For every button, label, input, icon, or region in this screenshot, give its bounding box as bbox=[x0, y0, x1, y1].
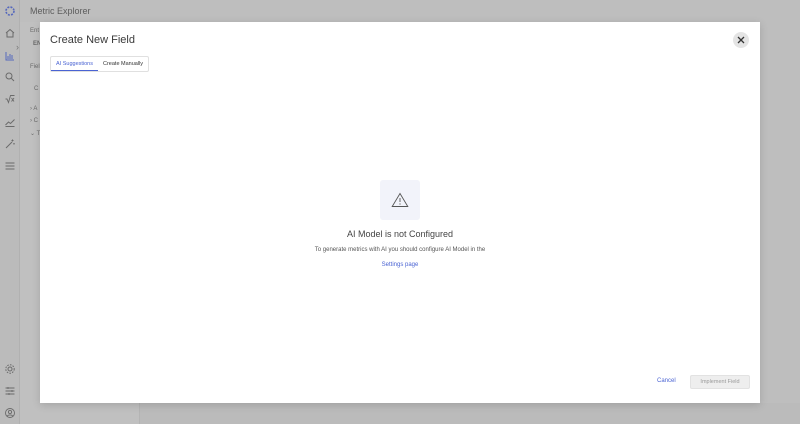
warning-icon bbox=[391, 192, 409, 207]
close-button[interactable] bbox=[733, 32, 749, 48]
empty-state-description: To generate metrics with AI you should c… bbox=[314, 247, 486, 253]
dialog-tabs: AI Suggestions Create Manually bbox=[50, 56, 150, 72]
create-field-dialog: Create New Field AI Suggestions Create M… bbox=[40, 22, 760, 403]
tab-ai-suggestions[interactable]: AI Suggestions bbox=[51, 57, 98, 71]
implement-field-button[interactable]: Implement Field bbox=[690, 375, 750, 389]
empty-state: AI Model is not Configured To generate m… bbox=[40, 180, 760, 271]
empty-state-title: AI Model is not Configured bbox=[346, 229, 454, 239]
close-icon bbox=[737, 36, 745, 44]
warning-icon-container bbox=[380, 180, 420, 220]
settings-page-link[interactable]: Settings page bbox=[382, 262, 419, 268]
cancel-button[interactable]: Cancel bbox=[657, 378, 676, 384]
dialog-title: Create New Field bbox=[50, 34, 135, 46]
tab-create-manually[interactable]: Create Manually bbox=[98, 57, 148, 71]
